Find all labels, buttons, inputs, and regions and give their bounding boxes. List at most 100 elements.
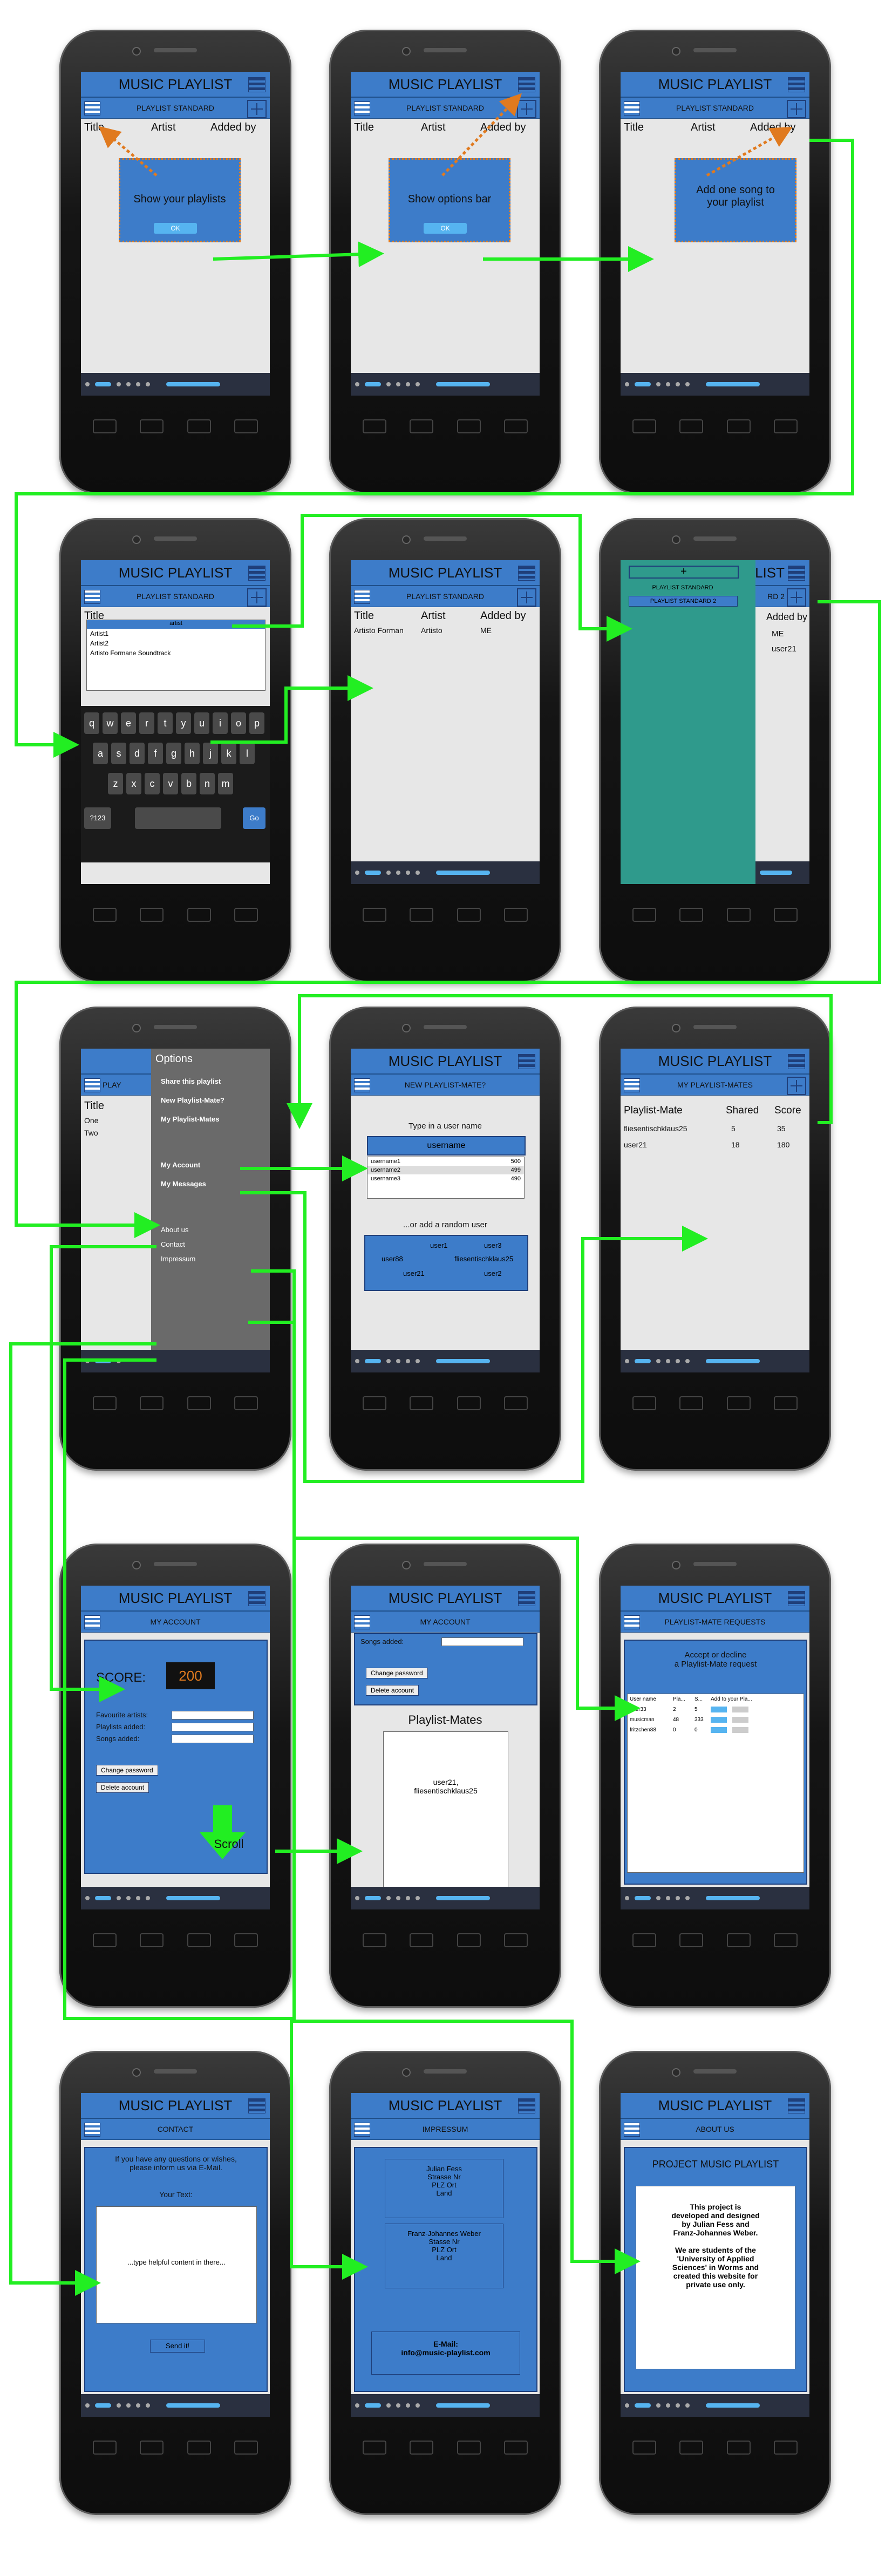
menu-my-mates[interactable]: My Playlist-Mates bbox=[151, 1110, 270, 1129]
media-player[interactable] bbox=[621, 1887, 809, 1909]
menu-messages[interactable]: My Messages bbox=[151, 1174, 270, 1193]
suggestion-list[interactable]: username1 500 username2 499 username3 490 bbox=[367, 1157, 525, 1199]
media-player[interactable] bbox=[621, 2394, 809, 2417]
playlists-icon[interactable] bbox=[84, 1078, 100, 1092]
change-password-button[interactable]: Change password bbox=[96, 1765, 158, 1776]
new-playlist-button[interactable]: + bbox=[629, 566, 739, 579]
menu-about[interactable]: About us bbox=[151, 1193, 270, 1237]
accept-toggle[interactable] bbox=[711, 1727, 727, 1733]
search-dropdown[interactable]: artist Artist1 Artist2 Artisto Formane S… bbox=[86, 620, 265, 691]
decline-toggle[interactable] bbox=[732, 1707, 748, 1712]
playlists-icon[interactable] bbox=[354, 1615, 370, 1629]
add-icon[interactable] bbox=[517, 588, 536, 607]
add-icon[interactable] bbox=[787, 588, 806, 607]
accept-toggle[interactable] bbox=[711, 1707, 727, 1712]
playlists-icon[interactable] bbox=[354, 590, 370, 604]
key[interactable]: f bbox=[148, 743, 163, 764]
key[interactable]: k bbox=[221, 743, 236, 764]
ok-button[interactable]: OK bbox=[424, 223, 467, 234]
delete-account-button[interactable]: Delete account bbox=[96, 1782, 149, 1793]
decline-toggle[interactable] bbox=[732, 1717, 748, 1723]
fav-artists-input[interactable] bbox=[172, 1711, 254, 1719]
send-button[interactable]: Send it! bbox=[150, 2340, 205, 2353]
playlists-icon[interactable] bbox=[84, 101, 100, 115]
playlists-icon[interactable] bbox=[624, 2123, 640, 2137]
menu-contact[interactable]: Contact bbox=[151, 1237, 270, 1252]
key[interactable]: v bbox=[163, 773, 178, 794]
media-player[interactable] bbox=[81, 373, 270, 396]
key[interactable]: h bbox=[185, 743, 200, 764]
add-icon[interactable] bbox=[247, 588, 267, 607]
media-player[interactable] bbox=[621, 373, 809, 396]
media-player[interactable] bbox=[81, 1887, 270, 1909]
playlists-icon[interactable] bbox=[624, 101, 640, 115]
username-input[interactable]: username bbox=[367, 1136, 526, 1156]
key-space[interactable] bbox=[135, 807, 221, 829]
ok-button[interactable]: OK bbox=[154, 223, 197, 234]
playlists-icon[interactable] bbox=[354, 101, 370, 115]
menu-icon[interactable] bbox=[248, 2098, 265, 2113]
message-textarea[interactable]: ...type helpful content in there... bbox=[96, 2206, 257, 2323]
requests-table[interactable]: User name Pla... S... Add to your Pla... us… bbox=[627, 1694, 804, 1873]
key[interactable]: x bbox=[126, 773, 141, 794]
key[interactable]: u bbox=[194, 712, 209, 734]
drawer-item-active[interactable]: PLAYLIST STANDARD 2 bbox=[629, 596, 738, 607]
menu-impressum[interactable]: Impressum bbox=[151, 1252, 270, 1266]
media-player[interactable] bbox=[621, 1350, 809, 1372]
playlists-icon[interactable] bbox=[84, 1615, 100, 1629]
menu-icon[interactable] bbox=[788, 1054, 805, 1069]
email-link[interactable]: info@music-playlist.com bbox=[372, 2348, 520, 2357]
key[interactable]: w bbox=[103, 712, 118, 734]
playlists-icon[interactable] bbox=[624, 1615, 640, 1629]
media-player[interactable] bbox=[351, 861, 540, 884]
menu-icon[interactable] bbox=[788, 77, 805, 92]
menu-new-mate[interactable]: New Playlist-Mate? bbox=[151, 1091, 270, 1110]
menu-icon[interactable] bbox=[518, 566, 535, 581]
key[interactable]: n bbox=[200, 773, 215, 794]
menu-icon[interactable] bbox=[518, 77, 535, 92]
menu-icon[interactable] bbox=[788, 566, 805, 581]
key[interactable]: o bbox=[231, 712, 246, 734]
media-player[interactable] bbox=[81, 1350, 270, 1372]
playlist-drawer[interactable]: + PLAYLIST STANDARD PLAYLIST STANDARD 2 bbox=[621, 560, 755, 884]
playlists-icon[interactable] bbox=[84, 590, 100, 604]
media-player[interactable] bbox=[755, 861, 809, 884]
menu-icon[interactable] bbox=[518, 1054, 535, 1069]
menu-share[interactable]: Share this playlist bbox=[151, 1070, 270, 1091]
menu-icon[interactable] bbox=[788, 2098, 805, 2113]
menu-icon[interactable] bbox=[788, 1591, 805, 1606]
key[interactable]: p bbox=[249, 712, 264, 734]
keyboard[interactable]: q w e r t y u i o p a s d f g h j k l z x c v b n m ?123 Go bbox=[81, 706, 270, 862]
playlists-icon[interactable] bbox=[354, 1078, 370, 1092]
media-player[interactable] bbox=[351, 1887, 540, 1909]
add-icon[interactable] bbox=[787, 1077, 806, 1095]
menu-icon[interactable] bbox=[518, 1591, 535, 1606]
key[interactable]: e bbox=[121, 712, 136, 734]
key[interactable]: y bbox=[176, 712, 191, 734]
key-go[interactable]: Go bbox=[243, 807, 265, 829]
key[interactable]: i bbox=[213, 712, 228, 734]
menu-icon[interactable] bbox=[248, 566, 265, 581]
key[interactable]: r bbox=[139, 712, 154, 734]
media-player[interactable] bbox=[351, 2394, 540, 2417]
menu-account[interactable]: My Account bbox=[151, 1129, 270, 1174]
key[interactable]: c bbox=[145, 773, 160, 794]
menu-icon[interactable] bbox=[248, 1591, 265, 1606]
playlists-icon[interactable] bbox=[354, 2123, 370, 2137]
playlists-icon[interactable] bbox=[624, 1078, 640, 1092]
delete-account-button[interactable]: Delete account bbox=[366, 1685, 419, 1696]
key[interactable]: a bbox=[93, 743, 108, 764]
add-icon[interactable] bbox=[787, 100, 806, 118]
media-player[interactable] bbox=[351, 373, 540, 396]
decline-toggle[interactable] bbox=[732, 1727, 748, 1733]
key-numbers[interactable]: ?123 bbox=[84, 807, 111, 829]
media-player[interactable] bbox=[351, 1350, 540, 1372]
options-sidebar[interactable]: Options Share this playlist New Playlist… bbox=[151, 1049, 270, 1351]
key[interactable]: t bbox=[158, 712, 173, 734]
menu-icon[interactable] bbox=[518, 2098, 535, 2113]
random-users-box[interactable]: user1 user3 user88 fliesentischklaus25 u… bbox=[364, 1235, 528, 1291]
add-icon[interactable] bbox=[517, 100, 536, 118]
key[interactable]: s bbox=[111, 743, 126, 764]
key[interactable]: m bbox=[218, 773, 233, 794]
change-password-button[interactable]: Change password bbox=[366, 1668, 428, 1678]
